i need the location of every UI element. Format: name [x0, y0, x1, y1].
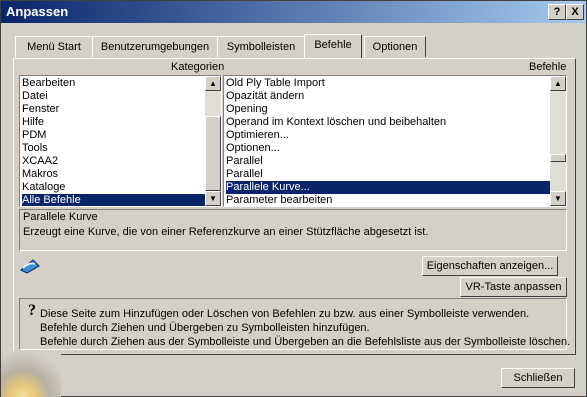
decorative-glow	[1, 351, 61, 397]
commands-list[interactable]: Old Ply Table Import Opazität ändern Ope…	[223, 75, 567, 207]
list-item[interactable]: Hilfe	[22, 116, 44, 129]
close-button[interactable]: Schließen	[501, 368, 575, 388]
scroll-down-icon[interactable]: ▼	[205, 191, 221, 206]
list-item[interactable]: Operand im Kontext löschen und beibehalt…	[226, 116, 446, 129]
close-window-button[interactable]: X	[566, 4, 584, 20]
list-item[interactable]: Datei	[22, 90, 48, 103]
list-item[interactable]: PDM	[22, 129, 46, 142]
show-properties-button[interactable]: Eigenschaften anzeigen...	[422, 256, 558, 276]
list-item-selected[interactable]: Parallele Kurve...	[226, 181, 550, 194]
title-bar: Anpassen ? X	[1, 1, 586, 23]
list-item[interactable]: Fenster	[22, 103, 59, 116]
list-item[interactable]: Optimieren...	[226, 129, 289, 142]
categories-header: Kategorien	[171, 61, 225, 73]
customize-vr-key-button[interactable]: VR-Taste anpassen	[460, 277, 567, 297]
scroll-down-icon[interactable]: ▼	[550, 191, 566, 206]
customize-dialog: Anpassen ? X Menü Start Benutzerumgebung…	[0, 0, 587, 397]
description-title: Parallele Kurve	[23, 211, 98, 223]
list-item[interactable]: Parallel	[226, 155, 263, 168]
tab-user-environments[interactable]: Benutzerumgebungen	[92, 36, 218, 57]
list-item[interactable]: Opazität ändern	[226, 90, 304, 103]
list-item[interactable]: Optionen...	[226, 142, 280, 155]
command-description: Parallele Kurve Erzeugt eine Kurve, die …	[19, 209, 567, 251]
list-item[interactable]: Kataloge	[22, 181, 65, 194]
list-item[interactable]: Parallel	[226, 168, 263, 181]
scroll-up-icon[interactable]: ▲	[205, 76, 221, 91]
scroll-thumb[interactable]	[550, 154, 566, 162]
commands-scrollbar[interactable]: ▲ ▼	[550, 76, 566, 206]
scroll-up-icon[interactable]: ▲	[550, 76, 566, 91]
help-text-box: ? Diese Seite zum Hinzufügen oder Lösche…	[19, 298, 571, 350]
parallel-curve-icon	[20, 259, 40, 274]
list-item[interactable]: Old Ply Table Import	[226, 77, 325, 90]
categories-scrollbar[interactable]: ▲ ▼	[205, 76, 221, 206]
commands-header: Befehle	[529, 61, 567, 73]
tab-menu-start[interactable]: Menü Start	[15, 36, 93, 57]
list-item[interactable]: Parameter bearbeiten	[226, 194, 332, 206]
scroll-thumb[interactable]	[205, 116, 221, 191]
help-line-2: Befehle durch Ziehen und Übergeben zu Sy…	[40, 322, 370, 334]
list-item[interactable]: Bearbeiten	[22, 77, 75, 90]
list-item-selected[interactable]: Alle Befehle	[22, 194, 205, 206]
tab-commands[interactable]: Befehle	[304, 34, 362, 58]
tab-options[interactable]: Optionen	[364, 36, 426, 57]
list-item[interactable]: Opening	[226, 103, 268, 116]
help-button[interactable]: ?	[548, 4, 566, 20]
help-line-1: Diese Seite zum Hinzufügen oder Löschen …	[40, 308, 530, 320]
help-line-3: Befehle durch Ziehen aus der Symbolleist…	[40, 336, 571, 348]
list-item[interactable]: Makros	[22, 168, 58, 181]
list-item[interactable]: Tools	[22, 142, 48, 155]
tab-toolbars[interactable]: Symbolleisten	[217, 36, 305, 57]
categories-list[interactable]: Bearbeiten Datei Fenster Hilfe PDM Tools…	[19, 75, 222, 207]
list-item[interactable]: XCAA2	[22, 155, 58, 168]
question-mark-icon: ?	[28, 302, 36, 319]
window-title: Anpassen	[6, 4, 69, 19]
description-text: Erzeugt eine Kurve, die von einer Refere…	[23, 226, 429, 238]
